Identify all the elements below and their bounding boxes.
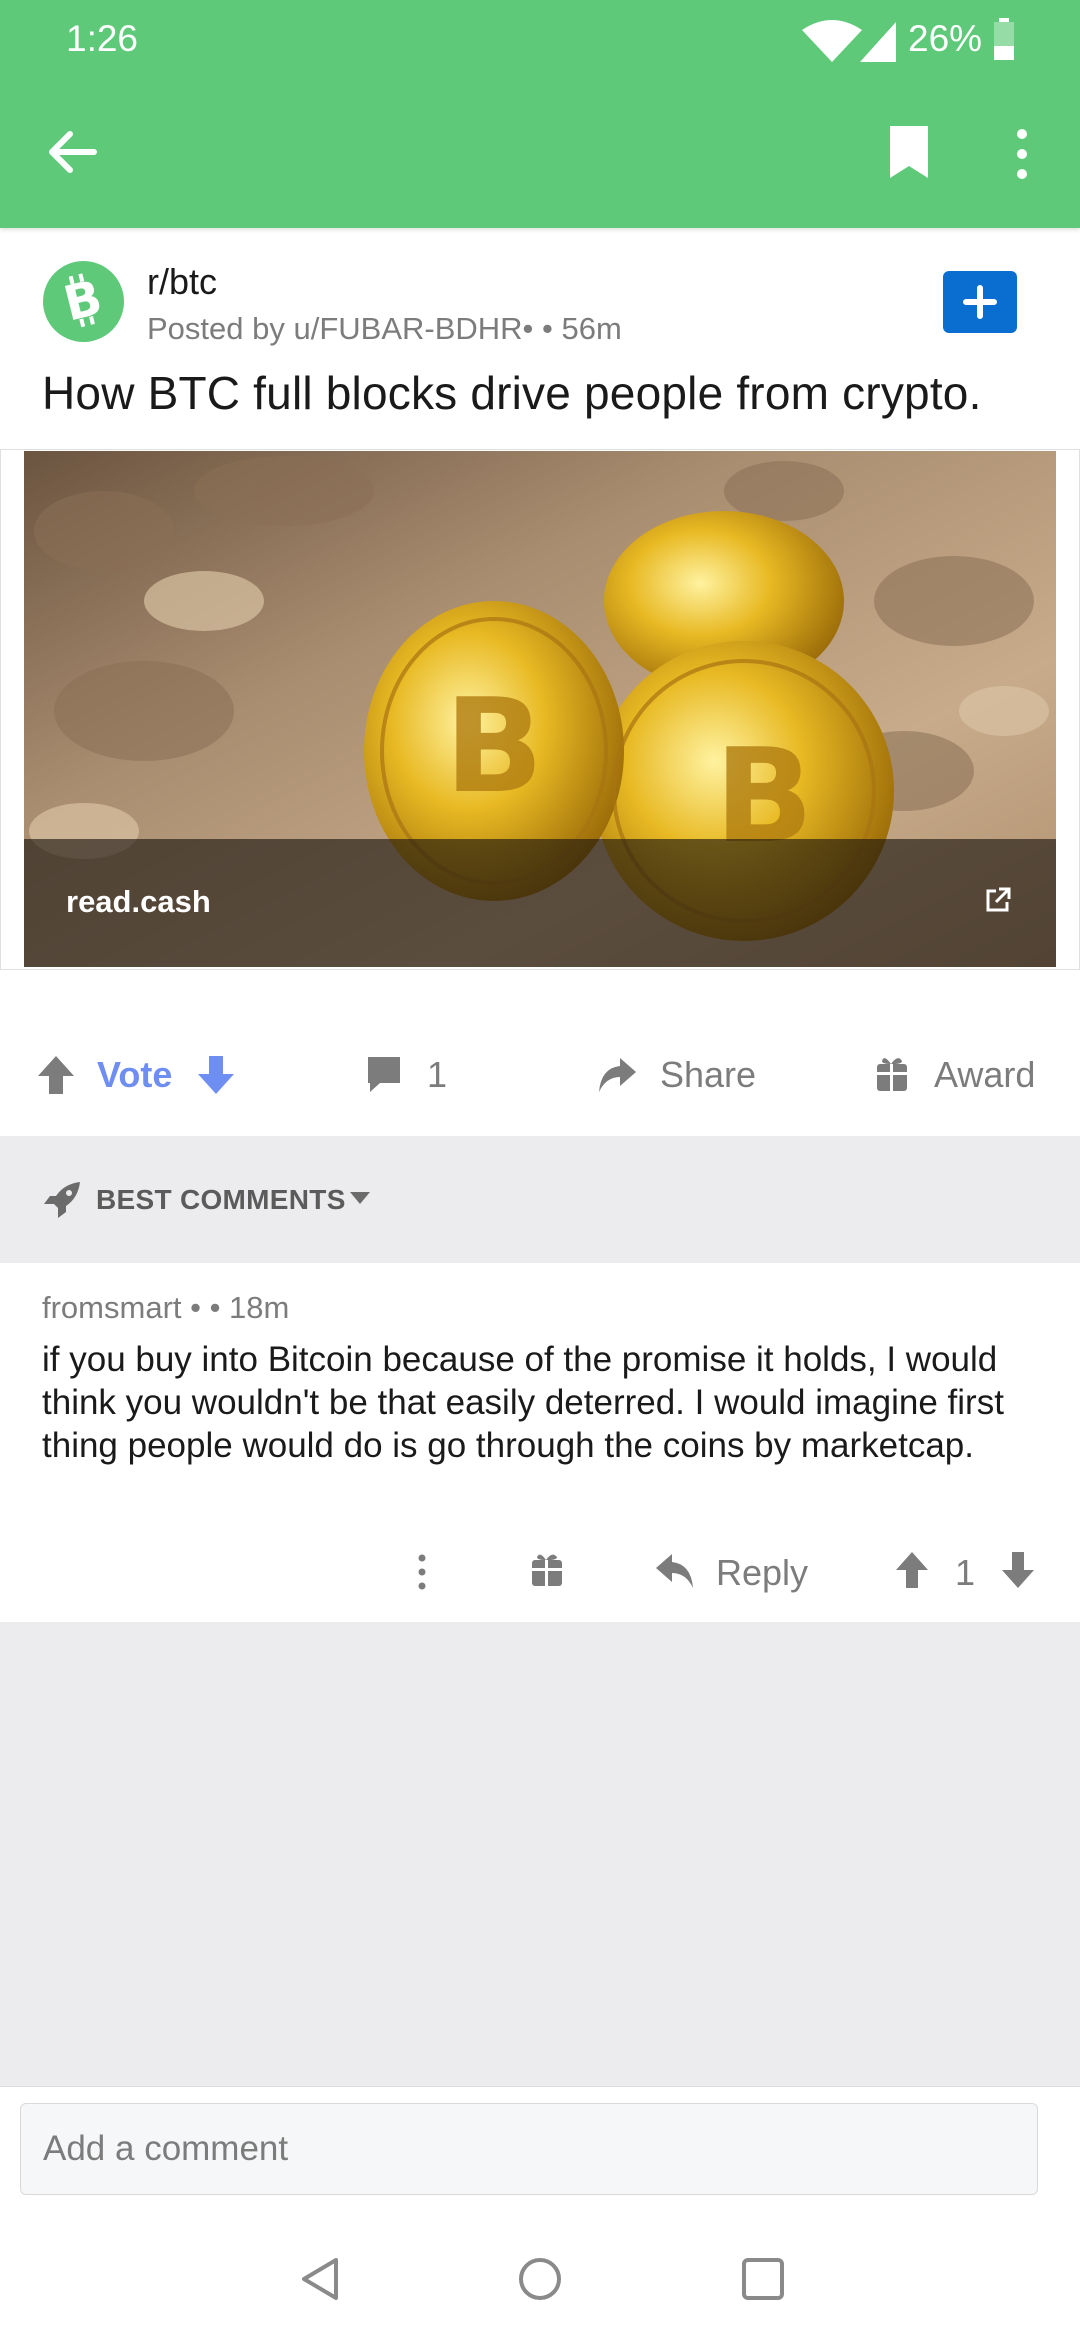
chevron-down-icon[interactable] bbox=[348, 1190, 372, 1206]
comment-more-icon[interactable] bbox=[414, 1552, 430, 1592]
award-gift-icon[interactable] bbox=[874, 1054, 910, 1094]
downvote-arrow-icon[interactable] bbox=[196, 1054, 236, 1096]
nav-back-icon[interactable] bbox=[298, 2256, 342, 2302]
cell-signal-icon bbox=[860, 22, 896, 62]
post-meta: Posted by u/FUBAR-BDHR• • 56m bbox=[147, 311, 622, 346]
more-vertical-icon[interactable] bbox=[1010, 126, 1034, 182]
comment-count[interactable]: 1 bbox=[427, 1054, 447, 1096]
comment-score: 1 bbox=[955, 1552, 976, 1593]
comment-downvote-icon[interactable] bbox=[1000, 1550, 1036, 1590]
comments-sort-label[interactable]: BEST COMMENTS bbox=[96, 1184, 346, 1216]
svg-text:B: B bbox=[444, 670, 543, 822]
back-arrow-icon[interactable] bbox=[44, 124, 100, 180]
external-link-icon[interactable] bbox=[984, 886, 1012, 914]
comments-empty-area bbox=[0, 1622, 1080, 2086]
reply-button[interactable]: Reply bbox=[716, 1552, 808, 1594]
comment-award-gift-icon[interactable] bbox=[530, 1552, 564, 1588]
join-subreddit-button[interactable] bbox=[943, 271, 1017, 333]
share-button[interactable]: Share bbox=[660, 1054, 756, 1096]
share-arrow-icon[interactable] bbox=[596, 1054, 638, 1096]
reply-arrow-icon[interactable] bbox=[654, 1550, 696, 1590]
post-title[interactable]: How BTC full blocks drive people from cr… bbox=[42, 366, 982, 420]
nav-recents-icon[interactable] bbox=[740, 2256, 786, 2302]
link-domain[interactable]: read.cash bbox=[66, 884, 211, 920]
battery-percent: 26% bbox=[908, 18, 983, 59]
vote-label: Vote bbox=[97, 1054, 173, 1095]
comment-meta[interactable]: fromsmart • • 18m bbox=[42, 1290, 289, 1326]
subreddit-name[interactable]: r/btc bbox=[147, 261, 217, 303]
comment-input-bar bbox=[0, 2086, 1080, 2237]
subreddit-avatar[interactable]: B bbox=[43, 261, 124, 342]
wifi-icon bbox=[802, 20, 862, 62]
plus-icon bbox=[963, 285, 997, 319]
add-comment-input[interactable] bbox=[20, 2103, 1038, 2195]
comment-upvote-icon[interactable] bbox=[894, 1550, 930, 1590]
comment-body: if you buy into Bitcoin because of the p… bbox=[42, 1340, 1004, 1465]
upvote-arrow-icon[interactable] bbox=[36, 1054, 76, 1096]
bookmark-icon[interactable] bbox=[886, 124, 932, 180]
comment-bubble-icon[interactable] bbox=[364, 1054, 404, 1096]
rocket-icon bbox=[44, 1182, 80, 1218]
award-button[interactable]: Award bbox=[934, 1054, 1035, 1096]
status-time: 1:26 bbox=[66, 18, 139, 59]
battery-icon bbox=[994, 18, 1014, 60]
bitcoin-cash-logo-icon: B bbox=[58, 269, 107, 332]
nav-home-icon[interactable] bbox=[516, 2255, 564, 2303]
